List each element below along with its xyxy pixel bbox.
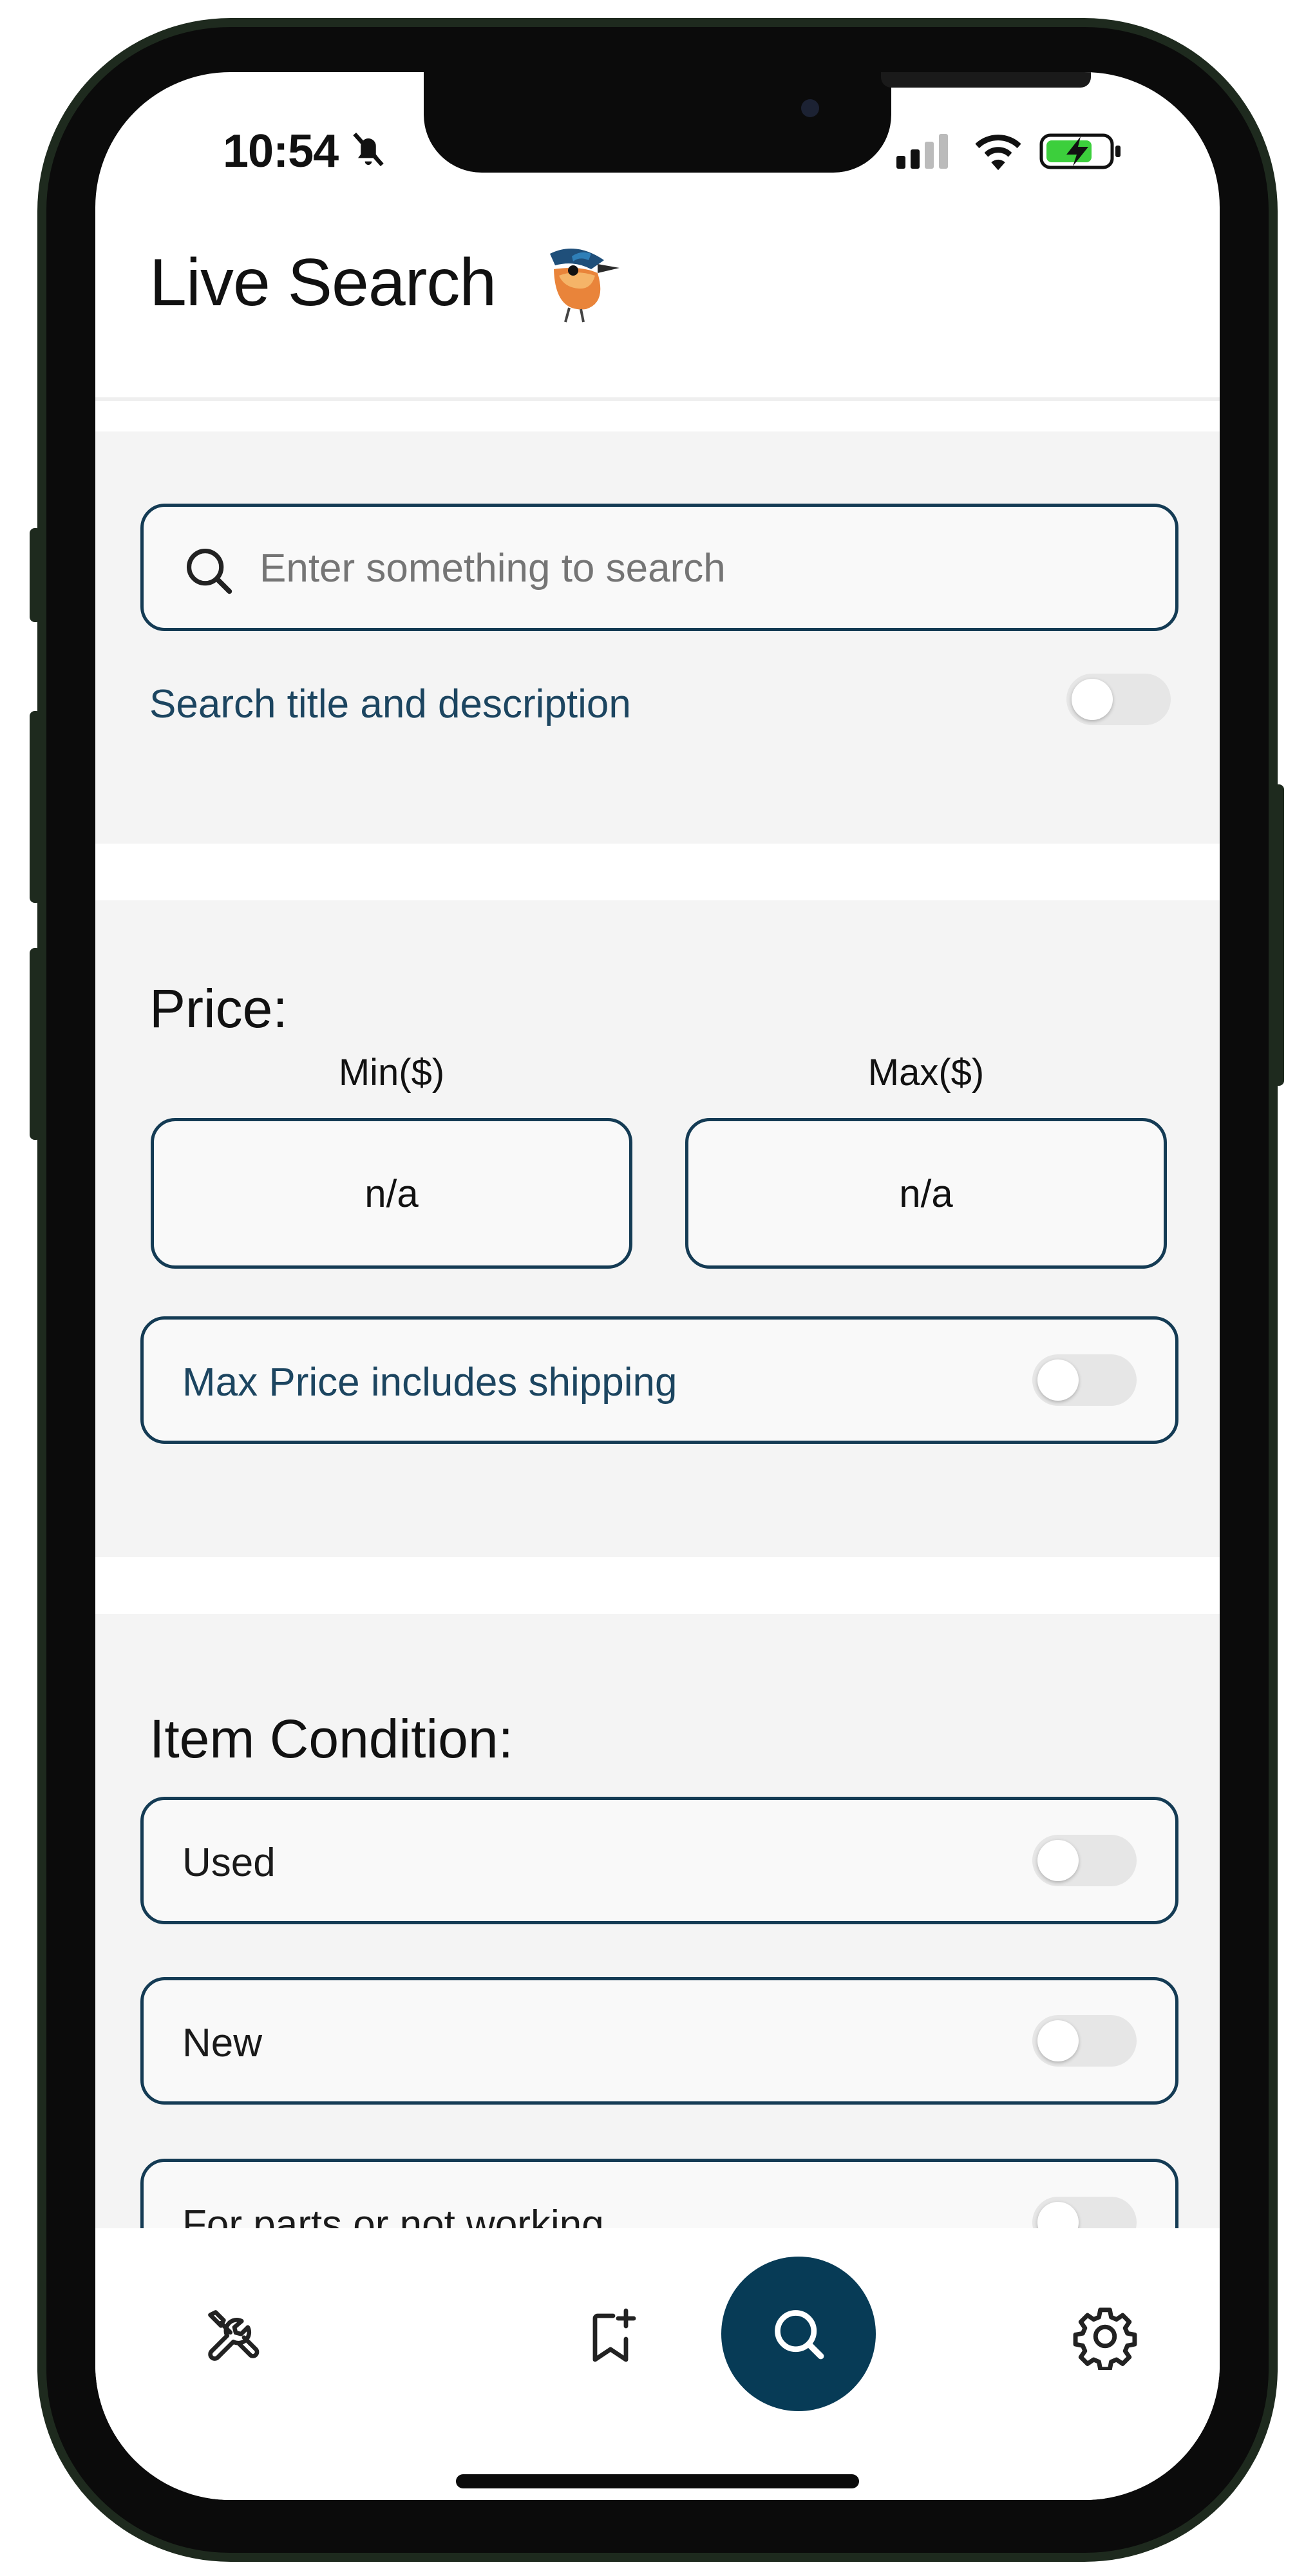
- device-button-mute: [30, 528, 41, 622]
- screen: 10:54 Live Search Enter something to sea…: [95, 72, 1220, 2500]
- shipping-option[interactable]: Max Price includes shipping: [140, 1316, 1178, 1444]
- search-description-toggle-label: Search title and description: [149, 682, 631, 726]
- page-title: Live Search: [149, 245, 497, 320]
- device-button-volume-up: [30, 711, 41, 903]
- shipping-label: Max Price includes shipping: [182, 1360, 677, 1405]
- condition-item-new[interactable]: New: [140, 1977, 1178, 2105]
- tools-icon[interactable]: [202, 2304, 267, 2369]
- search-icon: [765, 2300, 832, 2367]
- search-field[interactable]: [140, 504, 1178, 631]
- battery-charging-icon: [1039, 130, 1123, 171]
- condition-new-toggle[interactable]: [1032, 2015, 1137, 2067]
- signal-icon: [896, 133, 951, 169]
- status-time: 10:54: [223, 126, 339, 177]
- device-button-power: [1272, 784, 1284, 1086]
- speaker-grille: [881, 72, 1091, 88]
- max-price-label: Max($): [867, 1052, 985, 1094]
- search-icon: [181, 543, 236, 598]
- condition-section: Item Condition: Used New For parts or no…: [95, 1614, 1220, 2286]
- search-description-toggle[interactable]: [1066, 674, 1171, 725]
- front-camera: [801, 99, 819, 117]
- min-price-label: Min($): [338, 1052, 445, 1094]
- device-button-volume-down: [30, 948, 41, 1140]
- notch: [424, 72, 1091, 173]
- price-section: Price: Min($) Max($) n/a n/a Max Price i…: [95, 900, 1220, 1557]
- header-divider: [95, 397, 1220, 401]
- condition-heading: Item Condition:: [149, 1709, 513, 1769]
- home-indicator[interactable]: [456, 2474, 859, 2488]
- settings-icon[interactable]: [1072, 2303, 1139, 2370]
- bell-muted-icon: [348, 129, 389, 170]
- search-input[interactable]: [258, 533, 1147, 603]
- min-price-input[interactable]: n/a: [151, 1118, 632, 1269]
- condition-item-label: Used: [182, 1841, 276, 1885]
- bird-logo-icon: [536, 241, 620, 325]
- wifi-icon: [970, 130, 1026, 171]
- condition-item-used[interactable]: Used: [140, 1797, 1178, 1924]
- price-heading: Price:: [149, 978, 288, 1039]
- bookmark-add-icon[interactable]: [580, 2306, 641, 2367]
- condition-item-label: New: [182, 2021, 263, 2065]
- condition-used-toggle[interactable]: [1032, 1835, 1137, 1886]
- max-price-input[interactable]: n/a: [685, 1118, 1167, 1269]
- search-section: Search title and description: [95, 431, 1220, 844]
- shipping-toggle[interactable]: [1032, 1354, 1137, 1406]
